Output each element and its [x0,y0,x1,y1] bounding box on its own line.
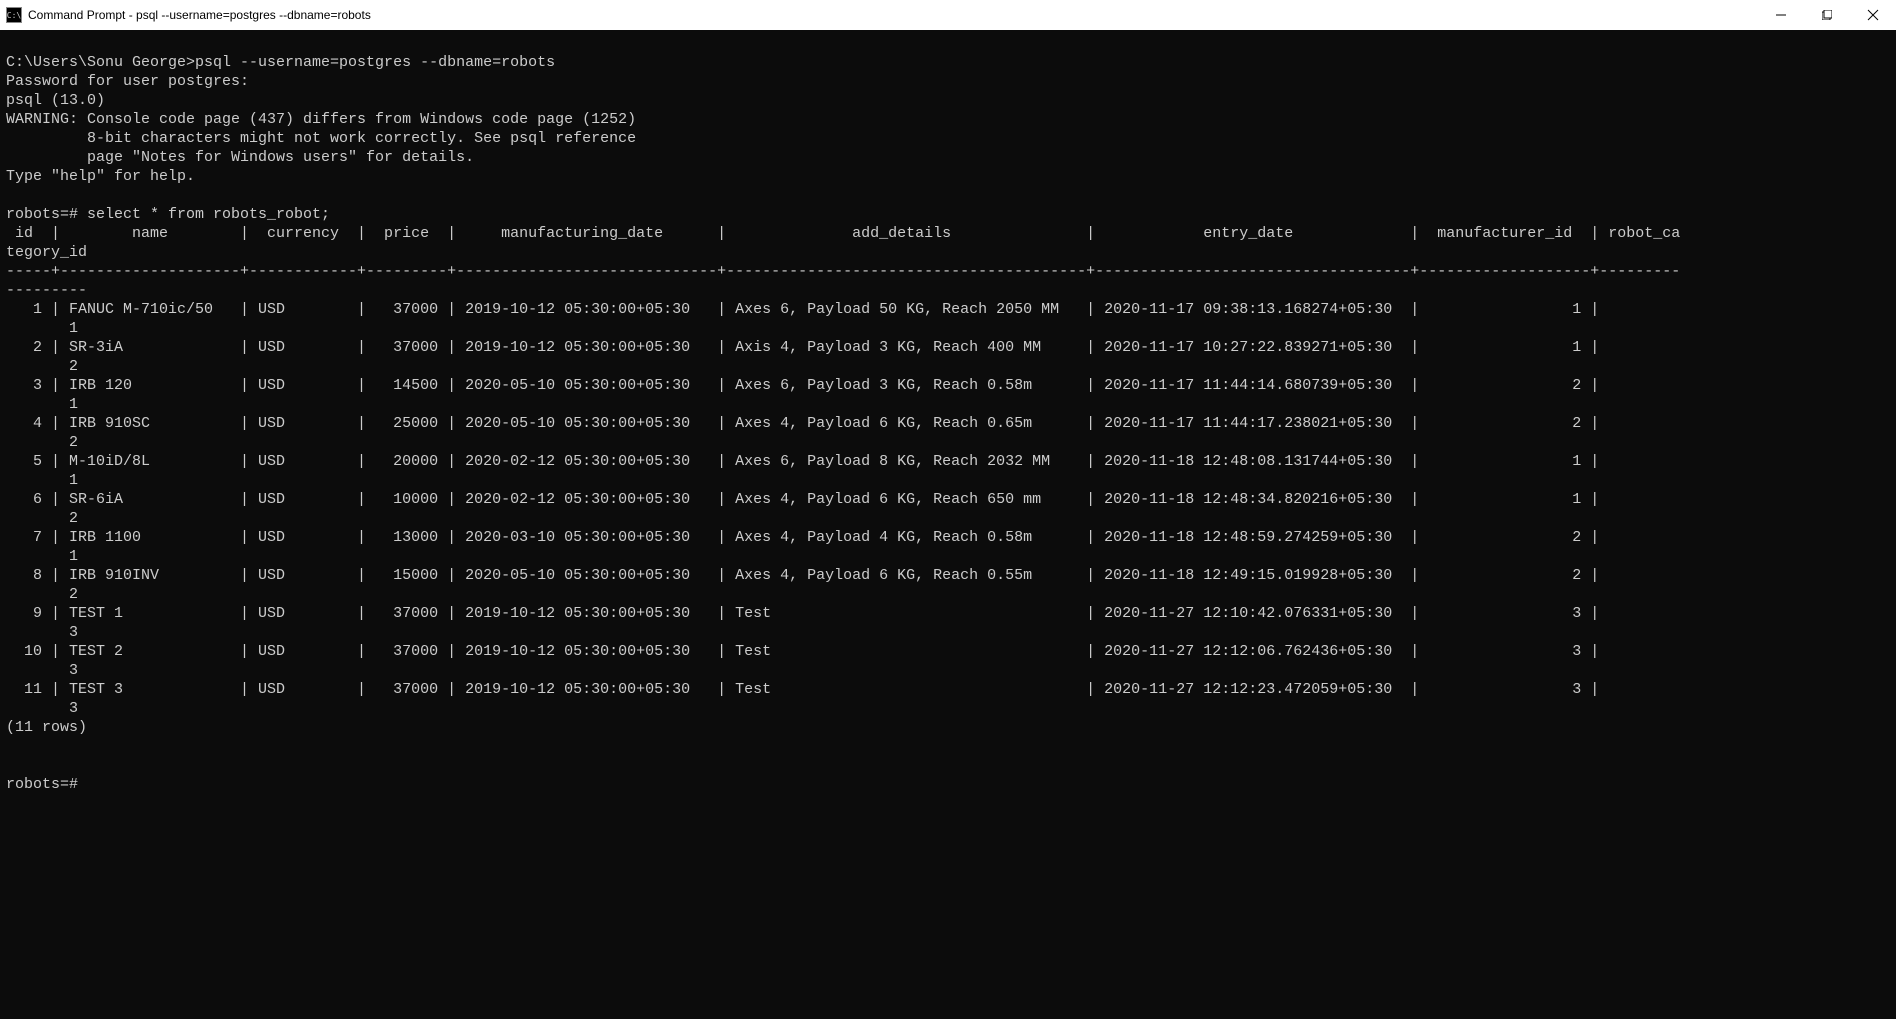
cmd-window: C:\ Command Prompt - psql --username=pos… [0,0,1896,1019]
terminal-output[interactable]: C:\Users\Sonu George>psql --username=pos… [0,30,1896,1019]
minimize-button[interactable] [1758,0,1804,30]
window-title: Command Prompt - psql --username=postgre… [28,8,371,22]
titlebar[interactable]: C:\ Command Prompt - psql --username=pos… [0,0,1896,30]
maximize-button[interactable] [1804,0,1850,30]
close-button[interactable] [1850,0,1896,30]
window-controls [1758,0,1896,30]
cmd-icon: C:\ [6,7,22,23]
